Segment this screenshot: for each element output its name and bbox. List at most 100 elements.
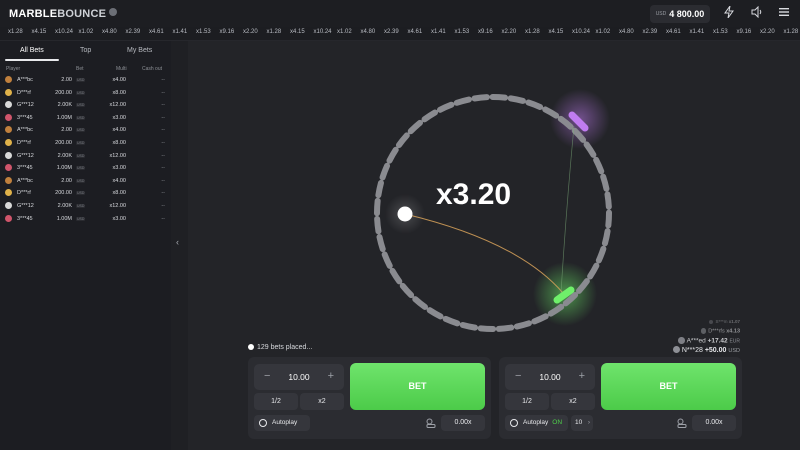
bet-button[interactable]: BET	[601, 363, 736, 410]
bet-cashout: --	[161, 190, 165, 197]
bet-currency: USD	[76, 178, 86, 183]
auto-cashout-input[interactable]: 0.00x	[692, 415, 736, 431]
bet-multiplier: x8.00	[112, 89, 126, 96]
avatar	[5, 189, 12, 197]
table-row: A***bc 2.00 USD x4.00 --	[0, 175, 171, 187]
bets-tabs: All Bets Top My Bets	[0, 41, 171, 61]
win-player: A***ed	[686, 337, 706, 345]
avatar	[678, 337, 685, 344]
avatar	[5, 214, 12, 222]
avatar	[672, 346, 680, 353]
live-win-item: A***ed +17.42 EUR	[678, 337, 740, 345]
bet-amount: 2.00	[61, 177, 72, 184]
half-stake-button[interactable]: 1/2	[254, 393, 298, 410]
auto-cashout-input[interactable]: 0.00x	[441, 415, 485, 431]
bet-cashout: --	[161, 114, 165, 121]
tab-top[interactable]: Top	[80, 47, 91, 54]
bet-currency: USD	[76, 128, 86, 133]
menu-icon[interactable]	[777, 6, 791, 20]
avatar	[5, 202, 12, 209]
bet-multiplier: x4.00	[112, 127, 126, 134]
half-stake-button[interactable]: 1/2	[505, 393, 549, 410]
lightning-icon[interactable]	[722, 5, 736, 20]
win-currency: USD	[728, 348, 740, 354]
bet-cashout: --	[161, 215, 165, 222]
bets-panel: All Bets Top My Bets Player Bet Multi Ca…	[0, 41, 171, 450]
table-row: A***bc 2.00 USD x4.00 --	[0, 124, 171, 136]
avatar	[5, 139, 12, 146]
bet-multiplier: x8.00	[112, 140, 126, 146]
increase-stake-button[interactable]: +	[328, 370, 334, 382]
autoplay-label: Autoplay	[523, 419, 549, 426]
bet-multiplier: x12.00	[109, 203, 126, 209]
history-multiplier: x4.80	[102, 29, 117, 35]
table-row: D***rf 200.00 USD x8.00 --	[0, 137, 171, 149]
current-multiplier: x3.20	[436, 178, 512, 211]
bet-currency: USD	[76, 204, 86, 208]
history-multiplier: x2.20	[501, 29, 517, 35]
history-multiplier: x2.20	[760, 29, 775, 35]
double-stake-button[interactable]: x2	[551, 393, 595, 410]
history-multiplier: x10.24	[55, 29, 74, 35]
collapse-panel-button[interactable]: ‹	[171, 41, 188, 450]
history-multiplier: x1.02	[595, 29, 611, 35]
live-win-item: S***m x1.07	[708, 319, 740, 324]
logo-main: MARBLE	[9, 8, 58, 20]
win-value: x4.13	[726, 328, 740, 335]
table-row: 3***45 1.00M USD x3.00 --	[0, 162, 171, 174]
history-multiplier: x4.61	[149, 29, 164, 35]
history-multiplier: x4.80	[360, 29, 376, 35]
table-row: 3***45 1.00M USD x3.00 --	[0, 213, 171, 225]
history-multiplier: x10.24	[313, 29, 332, 35]
bet-multiplier: x3.00	[112, 215, 126, 222]
history-multiplier: x1.41	[431, 29, 446, 35]
history-multiplier: x9.16	[736, 29, 752, 35]
player-name: A***bc	[17, 177, 33, 184]
bet-amount: 2.00K	[57, 152, 72, 159]
win-player: D***rfs	[708, 328, 725, 335]
tab-my-bets[interactable]: My Bets	[127, 47, 152, 54]
bet-currency: USD	[76, 191, 86, 196]
player-name: G***12	[17, 203, 34, 209]
autoplay-rounds-select[interactable]: 10 ›	[571, 415, 593, 431]
table-row: G***12 2.00K USD x12.00 --	[0, 99, 171, 111]
player-name: A***bc	[17, 127, 33, 134]
avatar	[5, 164, 12, 172]
avatar	[5, 101, 12, 109]
stake-stepper[interactable]: − 10.00 +	[505, 364, 595, 390]
history-multiplier: x10.24	[572, 29, 591, 35]
bet-currency: USD	[76, 153, 86, 158]
live-win-item: N***28 +50.00 USD	[672, 346, 740, 354]
autoplay-toggle[interactable]: Autoplay ON	[505, 415, 568, 431]
autoplay-toggle[interactable]: Autoplay	[254, 415, 310, 431]
win-value: x1.07	[728, 319, 740, 324]
sound-icon[interactable]	[750, 5, 764, 20]
double-stake-button[interactable]: x2	[300, 393, 344, 410]
status-dot-icon	[248, 344, 254, 350]
history-multiplier: x1.28	[266, 29, 282, 35]
table-row: D***rf 200.00 USD x8.00 --	[0, 87, 171, 99]
autoplay-icon	[259, 419, 267, 427]
auto-cashout-icon	[677, 418, 687, 428]
history-multiplier: x1.53	[454, 29, 470, 35]
bet-cashout: --	[161, 165, 165, 172]
bet-currency: USD	[76, 216, 86, 221]
history-multiplier: x4.80	[619, 29, 634, 35]
bet-currency: USD	[76, 103, 86, 108]
table-row: A***bc 2.00 USD x4.00 --	[0, 74, 171, 86]
avatar	[700, 328, 707, 334]
info-icon[interactable]	[109, 8, 118, 16]
table-header: Player Bet Multi Cash out	[0, 66, 171, 74]
player-name: 3***45	[17, 215, 33, 222]
balance-display[interactable]: USD 4 800.00	[650, 5, 710, 23]
bet-multiplier: x4.00	[112, 77, 126, 83]
tab-all-bets[interactable]: All Bets	[20, 47, 44, 54]
bets-placed-status: 129 bets placed...	[248, 344, 312, 351]
table-row: G***12 2.00K USD x12.00 --	[0, 200, 171, 212]
stake-stepper[interactable]: − 10.00 +	[254, 364, 344, 390]
avatar	[5, 176, 12, 184]
player-name: G***12	[17, 152, 34, 159]
increase-stake-button[interactable]: +	[579, 370, 585, 382]
bet-button[interactable]: BET	[350, 363, 485, 410]
bet-cashout: --	[161, 152, 165, 159]
